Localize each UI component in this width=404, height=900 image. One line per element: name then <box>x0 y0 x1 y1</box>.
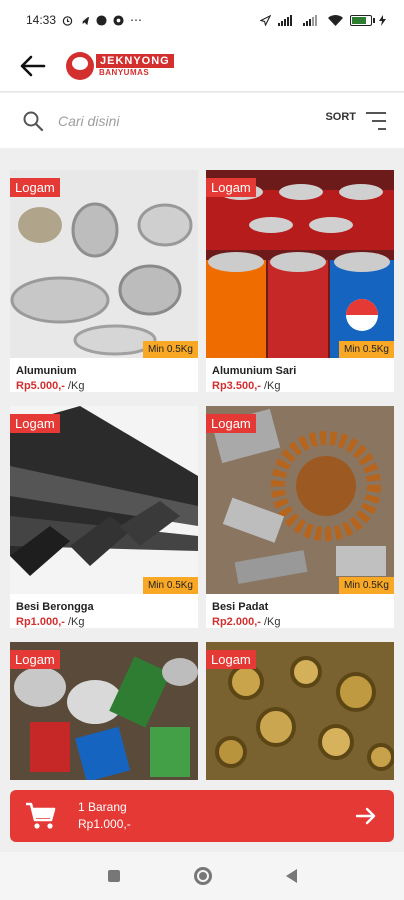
sort-icon[interactable] <box>366 111 386 130</box>
logo-subtitle: BANYUMAS <box>99 68 150 77</box>
price-value: Rp5.000,- <box>16 380 65 392</box>
logo-title: JEKNYONG <box>96 54 174 68</box>
price-unit: /Kg <box>64 616 85 628</box>
alarm-icon <box>62 15 73 26</box>
category-badge: Logam <box>10 414 60 433</box>
product-card[interactable]: Logam <box>206 642 394 780</box>
status-bar: 14:33 ⋯ <box>0 0 404 40</box>
product-card[interactable]: Logam Min 0.5Kg Besi Padat Rp2.000,- /Kg <box>206 406 394 628</box>
product-image-hollow-steel-bars: Logam Min 0.5Kg <box>10 406 198 594</box>
search-icon <box>23 111 44 131</box>
search-bar: SORT <box>0 93 404 148</box>
sort-label[interactable]: SORT <box>325 111 356 123</box>
category-badge: Logam <box>206 650 256 669</box>
recent-apps-button[interactable] <box>107 870 120 882</box>
price-unit: /Kg <box>260 380 281 392</box>
product-name: Besi Padat <box>212 601 269 613</box>
app-header: JEKNYONG BANYUMAS <box>0 40 404 92</box>
app-notification-icon <box>113 14 124 26</box>
category-badge: Logam <box>10 178 60 197</box>
product-card[interactable]: Logam Min 0.5Kg Besi Berongga Rp1.000,- … <box>10 406 198 628</box>
cart-item-count: 1 Barang <box>78 800 127 814</box>
price-value: Rp1.000,- <box>16 616 65 628</box>
cart-summary: 1 Barang Rp1.000,- <box>78 799 131 833</box>
search-input[interactable] <box>58 112 278 129</box>
arrow-left-icon <box>20 55 46 76</box>
product-name: Alumunium <box>16 365 77 377</box>
product-price: Rp3.500,- /Kg <box>206 377 394 392</box>
price-value: Rp3.500,- <box>212 380 261 392</box>
cart-checkout-bar[interactable]: 1 Barang Rp1.000,- <box>10 790 394 842</box>
product-price: Rp2.000,- /Kg <box>206 613 394 628</box>
product-name: Alumunium Sari <box>212 365 297 377</box>
product-price: Rp1.000,- /Kg <box>10 613 198 628</box>
price-unit: /Kg <box>260 616 281 628</box>
min-order-badge: Min 0.5Kg <box>142 577 198 594</box>
product-image-soda-cans: Logam Min 0.5Kg <box>206 170 394 358</box>
shopping-cart-icon <box>26 802 56 829</box>
system-back-button[interactable] <box>285 869 297 883</box>
product-name: Besi Berongga <box>16 601 94 613</box>
system-nav-bar <box>0 852 404 900</box>
back-button[interactable] <box>12 46 52 86</box>
min-order-badge: Min 0.5Kg <box>338 341 394 358</box>
mascot-logo-icon <box>66 51 94 80</box>
status-time: 14:33 <box>26 13 57 27</box>
whatsapp-icon <box>96 14 107 26</box>
product-card[interactable]: Logam <box>10 642 198 780</box>
product-image-tin-cans: Logam <box>10 642 198 780</box>
product-image-aluminium-pans: Logam Min 0.5Kg <box>10 170 198 358</box>
min-order-badge: Min 0.5Kg <box>338 577 394 594</box>
more-notifications-icon: ⋯ <box>130 13 143 27</box>
telegram-icon <box>79 16 90 25</box>
battery-icon <box>350 14 375 26</box>
product-card[interactable]: Logam Min 0.5Kg Alumunium Sari Rp3.500,-… <box>206 170 394 392</box>
category-badge: Logam <box>206 414 256 433</box>
product-image-solid-iron-scrap: Logam Min 0.5Kg <box>206 406 394 594</box>
price-unit: /Kg <box>64 380 85 392</box>
price-value: Rp2.000,- <box>212 616 261 628</box>
wifi-icon <box>328 14 343 26</box>
home-button[interactable] <box>193 867 212 885</box>
min-order-badge: Min 0.5Kg <box>142 341 198 358</box>
signal-icon <box>278 14 292 26</box>
charging-icon <box>379 14 386 26</box>
category-badge: Logam <box>206 178 256 197</box>
category-badge: Logam <box>10 650 60 669</box>
cart-total: Rp1.000,- <box>78 817 131 831</box>
location-icon <box>260 14 271 26</box>
product-card[interactable]: Logam Min 0.5Kg Alumunium Rp5.000,- /Kg <box>10 170 198 392</box>
product-price: Rp5.000,- /Kg <box>10 377 198 392</box>
arrow-right-icon <box>355 807 376 825</box>
product-image-brass-fittings: Logam <box>206 642 394 780</box>
app-logo: JEKNYONG BANYUMAS <box>66 51 174 80</box>
signal-icon-2 <box>303 14 317 26</box>
